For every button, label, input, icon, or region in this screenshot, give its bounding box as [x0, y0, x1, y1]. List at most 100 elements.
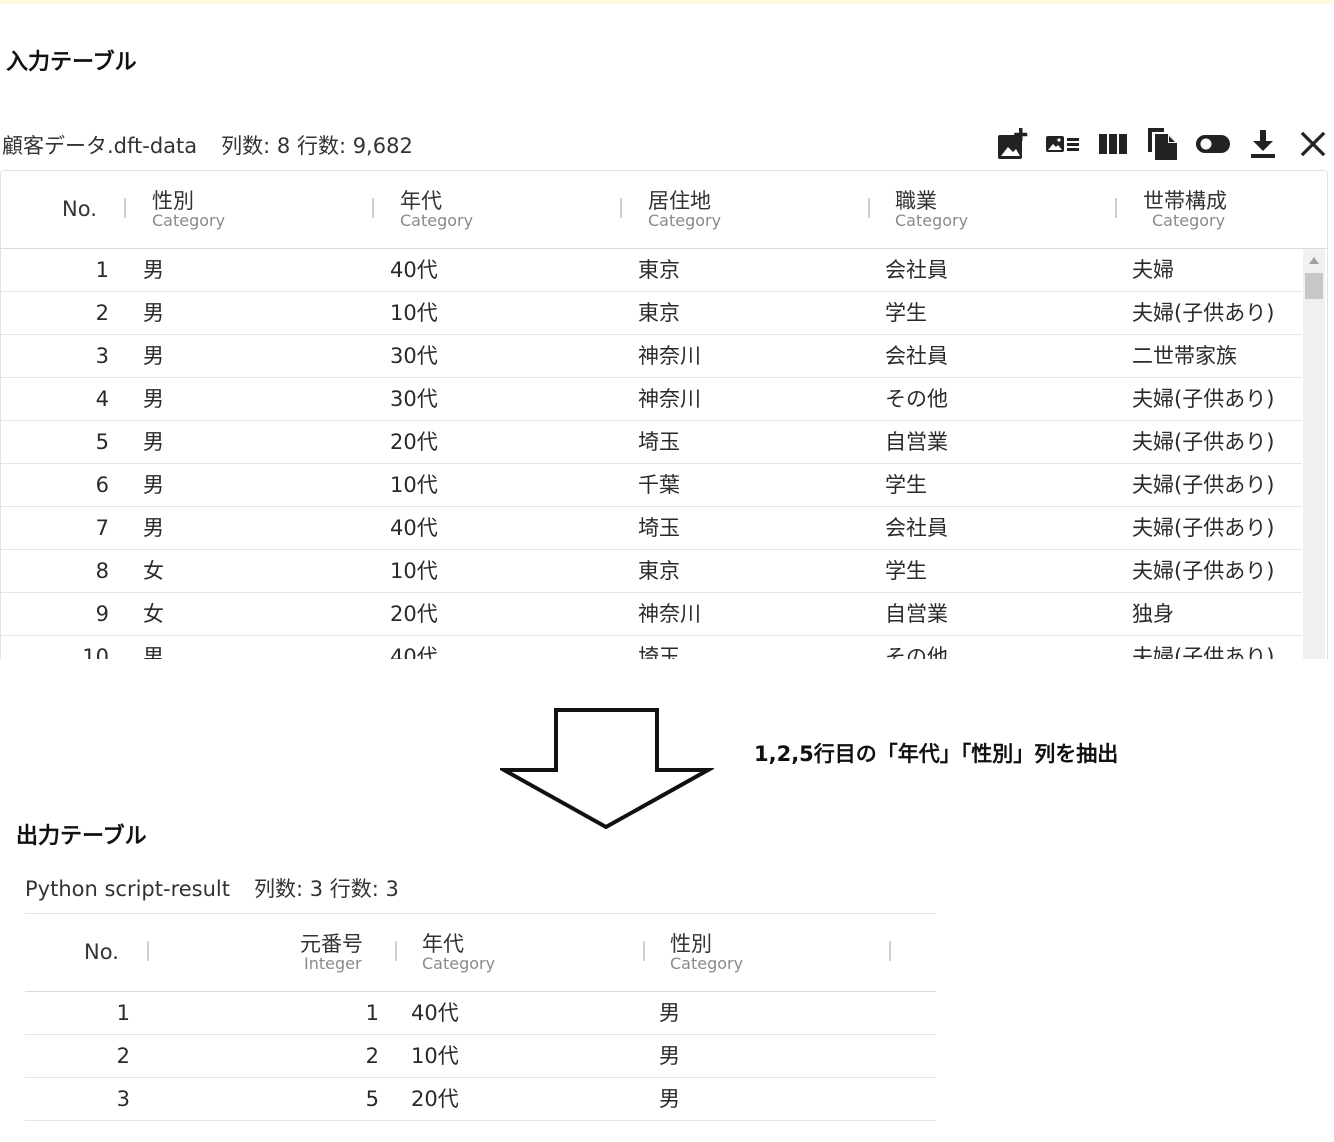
input-table-meta: 顧客データ.dft-data 列数: 8 行数: 9,682 — [2, 130, 413, 160]
input-table-name: 顧客データ.dft-data — [2, 134, 198, 158]
column-header-household[interactable]: 世帯構成 Category — [1118, 171, 1327, 248]
scrollbar-thumb[interactable] — [1305, 273, 1323, 299]
download-button[interactable] — [1238, 124, 1288, 164]
table-cell: 10代 — [390, 301, 438, 325]
row-number-cell: 6 — [95, 473, 109, 497]
table-row[interactable]: 4 男 30代 神奈川 その他 夫婦(子供あり) — [1, 378, 1302, 421]
column-header-age[interactable]: 年代 Category — [374, 171, 622, 248]
table-cell: 東京 — [638, 559, 680, 583]
table-cell: 40代 — [390, 645, 438, 659]
table-cell: 埼玉 — [638, 645, 680, 659]
table-cell: 40代 — [390, 516, 438, 540]
row-number-cell: 10 — [82, 645, 109, 659]
row-number-cell: 7 — [95, 516, 109, 540]
vertical-scrollbar[interactable] — [1303, 249, 1325, 659]
row-number-cell: 2 — [95, 301, 109, 325]
column-header-gender[interactable]: 性別 Category — [126, 171, 374, 248]
table-cell: 独身 — [1132, 602, 1174, 626]
table-cell: 女 — [143, 559, 164, 583]
table-cell: 女 — [143, 602, 164, 626]
table-cell: 男 — [659, 1044, 680, 1068]
table-cell: 40代 — [390, 258, 438, 282]
scroll-up-arrow-icon[interactable] — [1309, 257, 1319, 264]
table-row[interactable]: 3 5 20代 男 — [25, 1078, 936, 1121]
table-cell: 男 — [143, 473, 164, 497]
add-image-button[interactable] — [988, 124, 1038, 164]
table-cell: 東京 — [638, 258, 680, 282]
output-table-meta: Python script-result 列数: 3 行数: 3 — [25, 873, 399, 903]
output-table-name: Python script-result — [25, 877, 230, 901]
column-type: Category — [648, 211, 722, 230]
table-cell: 東京 — [638, 301, 680, 325]
table-cell: 埼玉 — [638, 430, 680, 454]
close-icon — [1300, 131, 1326, 157]
column-title: No. — [84, 940, 119, 964]
table-cell: 男 — [143, 645, 164, 659]
column-type: Category — [152, 211, 226, 230]
table-cell: 夫婦(子供あり) — [1132, 387, 1275, 411]
toggle-button[interactable] — [1188, 124, 1238, 164]
table-cell: 男 — [143, 301, 164, 325]
table-cell: 夫婦(子供あり) — [1132, 473, 1275, 497]
table-cell: 自営業 — [885, 430, 948, 454]
table-cell: 男 — [143, 516, 164, 540]
table-row[interactable]: 6 男 10代 千葉 学生 夫婦(子供あり) — [1, 464, 1302, 507]
row-number-cell: 8 — [95, 559, 109, 583]
column-header-age[interactable]: 年代 Category — [397, 914, 645, 991]
row-number-cell: 4 — [95, 387, 109, 411]
table-row[interactable]: 1 男 40代 東京 会社員 夫婦 — [1, 249, 1302, 292]
row-number-cell: 2 — [116, 1044, 130, 1068]
table-cell: 千葉 — [638, 473, 680, 497]
table-cell: 10代 — [411, 1044, 459, 1068]
column-title: No. — [62, 197, 97, 221]
down-arrow-icon — [500, 708, 714, 830]
table-row[interactable]: 3 男 30代 神奈川 会社員 二世帯家族 — [1, 335, 1302, 378]
table-cell: 自営業 — [885, 602, 948, 626]
row-number-cell: 3 — [95, 344, 109, 368]
table-row[interactable]: 7 男 40代 埼玉 会社員 夫婦(子供あり) — [1, 507, 1302, 550]
close-button[interactable] — [1288, 124, 1334, 164]
copy-button[interactable] — [1138, 124, 1188, 164]
row-number-cell: 1 — [95, 258, 109, 282]
column-header-original-no[interactable]: 元番号 Integer — [149, 914, 397, 991]
table-row[interactable]: 10 男 40代 埼玉 その他 夫婦(子供あり) — [1, 636, 1302, 659]
table-cell: 夫婦(子供あり) — [1132, 516, 1275, 540]
table-row[interactable]: 1 1 40代 男 — [25, 992, 936, 1035]
input-table-stats: 列数: 8 行数: 9,682 — [221, 134, 413, 158]
image-list-button[interactable] — [1038, 124, 1088, 164]
column-header-residence[interactable]: 居住地 Category — [622, 171, 870, 248]
table-cell: 男 — [143, 258, 164, 282]
column-resize-handle[interactable] — [889, 941, 891, 961]
table-cell: 40代 — [411, 1001, 459, 1025]
toggle-icon — [1196, 135, 1230, 153]
column-type: Category — [400, 211, 474, 230]
row-number-cell: 3 — [116, 1087, 130, 1111]
column-header-gender[interactable]: 性別 Category — [645, 914, 893, 991]
row-number-cell: 1 — [116, 1001, 130, 1025]
table-row[interactable]: 2 2 10代 男 — [25, 1035, 936, 1078]
column-header-no[interactable]: No. — [25, 914, 149, 991]
output-grid-header: No. 元番号 Integer 年代 Category 性別 Category — [25, 914, 936, 992]
column-type: Category — [670, 954, 744, 973]
table-cell: 30代 — [390, 344, 438, 368]
table-row[interactable]: 8 女 10代 東京 学生 夫婦(子供あり) — [1, 550, 1302, 593]
table-row[interactable]: 2 男 10代 東京 学生 夫婦(子供あり) — [1, 292, 1302, 335]
table-cell: 会社員 — [885, 258, 948, 282]
table-row[interactable]: 9 女 20代 神奈川 自営業 独身 — [1, 593, 1302, 636]
input-table-heading: 入力テーブル — [6, 50, 137, 75]
table-row[interactable]: 5 男 20代 埼玉 自営業 夫婦(子供あり) — [1, 421, 1302, 464]
table-cell: 学生 — [885, 559, 927, 583]
table-cell: 10代 — [390, 559, 438, 583]
column-header-occupation[interactable]: 職業 Category — [870, 171, 1118, 248]
table-cell: 会社員 — [885, 344, 948, 368]
column-header-no[interactable]: No. — [1, 171, 126, 248]
columns-button[interactable] — [1088, 124, 1138, 164]
table-cell: 神奈川 — [638, 387, 701, 411]
table-cell: 神奈川 — [638, 344, 701, 368]
table-cell: 5 — [365, 1087, 379, 1111]
image-list-icon — [1046, 136, 1079, 152]
table-cell: その他 — [885, 645, 948, 659]
column-resize-handle[interactable] — [1115, 198, 1117, 218]
output-table-stats: 列数: 3 行数: 3 — [253, 877, 399, 901]
table-cell: 男 — [659, 1001, 680, 1025]
